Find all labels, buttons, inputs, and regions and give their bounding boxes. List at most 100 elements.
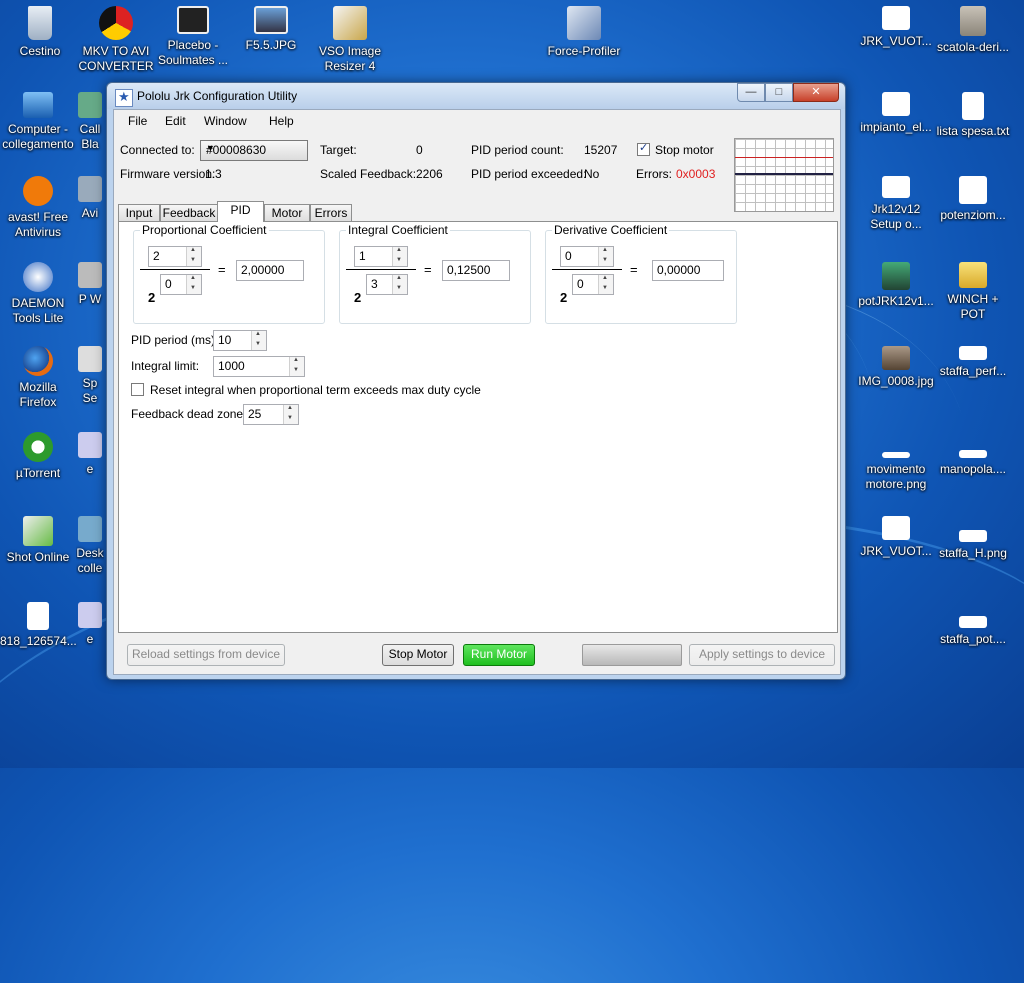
shortcut-icon [78, 176, 102, 202]
desktop-icon-placebo[interactable]: Placebo - Soulmates ... [155, 6, 231, 68]
fraction-bar [140, 269, 210, 270]
scaled-feedback-label: Scaled Feedback: [320, 167, 417, 181]
apply-settings-button[interactable]: Apply settings to device [689, 644, 835, 666]
desktop-icon-f55[interactable]: F5.5.JPG [233, 6, 309, 53]
derivative-exponent-input[interactable]: 0 [572, 274, 614, 295]
errors-label: Errors: [636, 167, 672, 181]
integral-result: 0,12500 [442, 260, 510, 281]
device-select[interactable]: #00008630 ▼ [200, 140, 308, 161]
integral-multiplier-input[interactable]: 1 [354, 246, 408, 267]
menu-window[interactable]: Window [204, 114, 247, 128]
menu-file[interactable]: File [128, 114, 147, 128]
desktop-icon-cestino[interactable]: Cestino [2, 6, 78, 59]
desktop-icon-potjrk[interactable]: potJRK12v1... [858, 262, 934, 309]
feedback-dead-zone-input[interactable]: 25 [243, 404, 299, 425]
stop-motor-checkbox[interactable] [637, 141, 650, 156]
desktop-icon-jrk-vuot-1[interactable]: JRK_VUOT... [858, 6, 934, 49]
desktop-icon-avi[interactable]: Avi [76, 176, 104, 221]
image-file-icon [959, 530, 987, 542]
spinner-arrows-icon[interactable] [392, 247, 407, 266]
desktop-icon-img0008[interactable]: IMG_0008.jpg [858, 346, 934, 389]
desktop-icon-mkv-converter[interactable]: MKV TO AVI CONVERTER [78, 6, 154, 74]
desktop-icon-jrk-vuot-2[interactable]: JRK_VUOT... [858, 516, 934, 559]
desktop-icon-818[interactable]: 818_126574... [0, 602, 77, 649]
desktop-icon-manopola[interactable]: manopola.... [935, 432, 1011, 477]
desktop-icon-daemon[interactable]: DAEMON Tools Lite [0, 262, 76, 326]
image-file-icon [882, 452, 910, 458]
pid-period-input[interactable]: 10 [213, 330, 267, 351]
client-area: File Edit Window Help Connected to: #000… [113, 109, 841, 675]
firefox-icon [23, 346, 53, 376]
derivative-coefficient-title: Derivative Coefficient [552, 223, 670, 237]
desktop-icon-impianto[interactable]: impianto_el... [858, 92, 934, 135]
spinner-arrows-icon[interactable] [186, 275, 201, 294]
derivative-result: 0,00000 [652, 260, 724, 281]
daemon-tools-icon [23, 262, 53, 292]
desktop-icon-vso-resizer[interactable]: VSO Image Resizer 4 [312, 6, 388, 74]
spinner-arrows-icon[interactable] [283, 405, 298, 424]
desktop-icon-force-profiler[interactable]: Force-Profiler [546, 6, 622, 59]
proportional-multiplier-input[interactable]: 2 [148, 246, 202, 267]
spinner-arrows-icon[interactable] [289, 357, 304, 376]
desktop-icon-call-bla[interactable]: Call Bla [76, 92, 104, 152]
integral-exponent-input[interactable]: 3 [366, 274, 408, 295]
spinner-arrows-icon[interactable] [598, 275, 613, 294]
mini-plot[interactable] [734, 138, 834, 212]
desktop-icon-sp-se[interactable]: Sp Se [76, 346, 104, 406]
desktop-icon-potenziom[interactable]: potenziom... [935, 176, 1011, 223]
proportional-exponent-input[interactable]: 0 [160, 274, 202, 295]
menu-edit[interactable]: Edit [165, 114, 186, 128]
spinner-arrows-icon[interactable] [392, 275, 407, 294]
pid-tab-page: Proportional Coefficient 2 2 0 = 2,00000… [118, 221, 838, 633]
desktop-icon-movimento[interactable]: movimento motore.png [858, 432, 934, 492]
errors-value: 0x0003 [676, 167, 716, 181]
image-file-icon [959, 346, 987, 360]
desktop-icon-lista-spesa[interactable]: lista spesa.txt [935, 92, 1011, 139]
jrk-config-window: Pololu Jrk Configuration Utility — □ ✕ F… [106, 82, 846, 680]
feedback-dead-zone-label: Feedback dead zone: [131, 407, 247, 421]
desktop-icon-winch-pot[interactable]: WINCH + POT [935, 262, 1011, 322]
minimize-button[interactable]: — [737, 83, 765, 102]
tab-motor[interactable]: Motor [264, 204, 310, 221]
run-motor-button[interactable]: Run Motor [463, 644, 535, 666]
exponent-base: 2 [354, 290, 362, 305]
tab-input[interactable]: Input [118, 204, 160, 221]
shortcut-icon [78, 602, 102, 628]
desktop-icon-firefox[interactable]: Mozilla Firefox [0, 346, 76, 410]
tab-feedback[interactable]: Feedback [160, 204, 218, 221]
desktop-icon-computer[interactable]: Computer - collegamento [0, 92, 76, 152]
desktop-icon-jrk-setup[interactable]: Jrk12v12 Setup o... [858, 176, 934, 232]
stop-motor-button[interactable]: Stop Motor [382, 644, 454, 666]
desktop-icon-staffa-h[interactable]: staffa_H.png [935, 516, 1011, 561]
desktop-icon-scatola[interactable]: scatola-deri... [935, 6, 1011, 55]
tab-pid[interactable]: PID [217, 201, 264, 222]
desktop-icon-desk-colle[interactable]: Desk colle [76, 516, 104, 576]
tab-errors[interactable]: Errors [310, 204, 352, 221]
pid-period-label: PID period (ms): [131, 333, 219, 347]
desktop-icon-utorrent[interactable]: µTorrent [0, 432, 76, 481]
desktop-icon-shot-online[interactable]: Shot Online [0, 516, 76, 565]
spinner-arrows-icon[interactable] [598, 247, 613, 266]
desktop-icon-avast[interactable]: avast! Free Antivirus [0, 176, 76, 240]
spinner-arrows-icon[interactable] [251, 331, 266, 350]
connected-to-label: Connected to: [120, 143, 195, 157]
desktop-icon-p-w[interactable]: P W [76, 262, 104, 307]
desktop-icon-staffa-pot[interactable]: staffa_pot.... [935, 602, 1011, 647]
reload-settings-button[interactable]: Reload settings from device [127, 644, 285, 666]
shortcut-icon [78, 432, 102, 458]
derivative-multiplier-input[interactable]: 0 [560, 246, 614, 267]
derivative-coefficient-group: Derivative Coefficient 0 2 0 = 0,00000 [545, 223, 737, 324]
desktop-icon-e-2[interactable]: e [76, 602, 104, 647]
force-profiler-icon [567, 6, 601, 40]
desktop-icon-e-1[interactable]: e [76, 432, 104, 477]
spinner-arrows-icon[interactable] [186, 247, 201, 266]
desktop-icon-staffa-perf[interactable]: staffa_perf... [935, 346, 1011, 379]
maximize-button[interactable]: □ [765, 83, 793, 102]
integral-limit-input[interactable]: 1000 [213, 356, 305, 377]
reset-integral-checkbox[interactable] [131, 383, 144, 396]
close-button[interactable]: ✕ [793, 83, 839, 102]
menu-help[interactable]: Help [269, 114, 294, 128]
computer-icon [23, 92, 53, 118]
exponent-base: 2 [560, 290, 568, 305]
title-bar[interactable]: Pololu Jrk Configuration Utility — □ ✕ [107, 83, 845, 109]
